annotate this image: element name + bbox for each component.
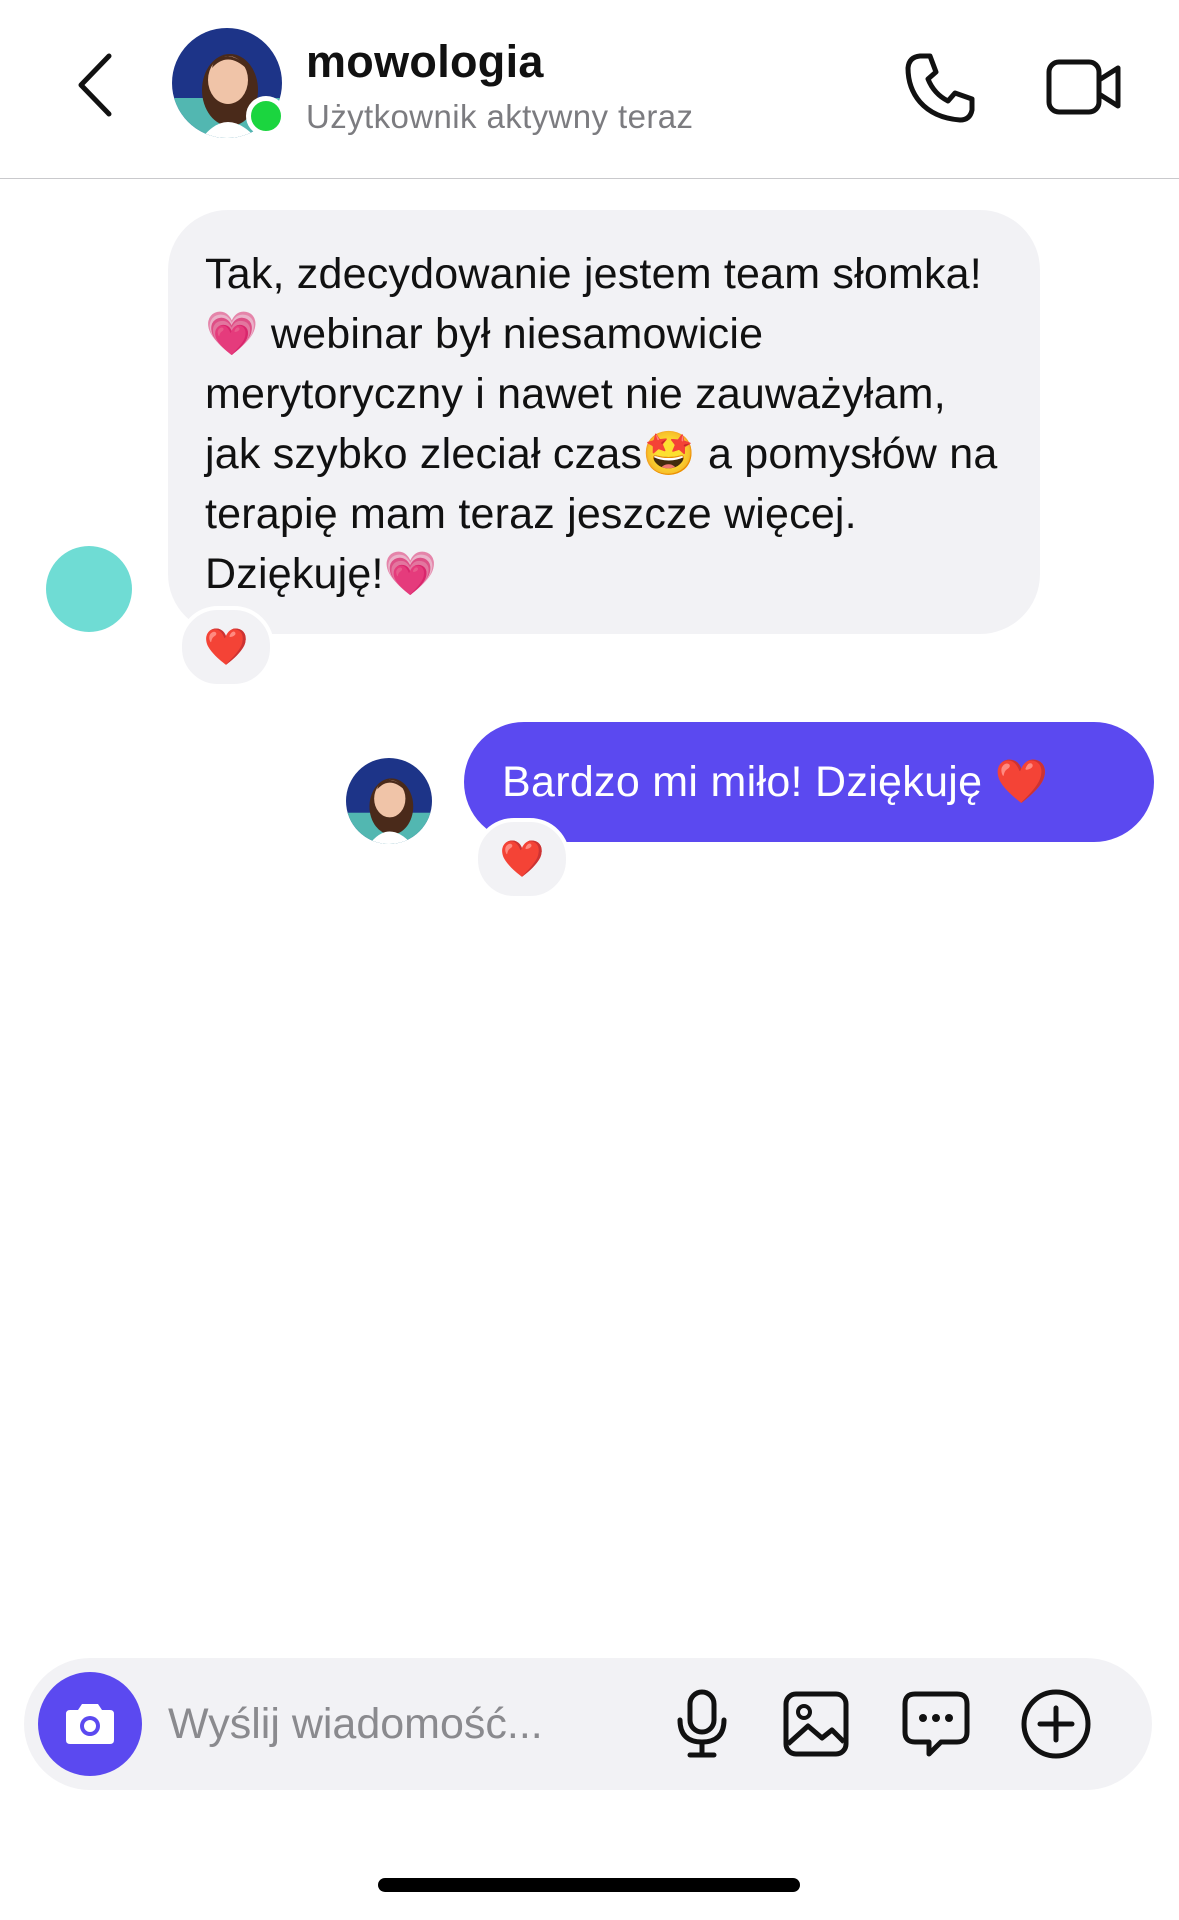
microphone-button[interactable] bbox=[664, 1686, 740, 1762]
my-avatar[interactable] bbox=[346, 758, 432, 844]
heart-reaction[interactable]: ❤️ bbox=[178, 606, 274, 688]
phone-icon bbox=[905, 53, 975, 123]
message-composer bbox=[24, 1658, 1152, 1790]
camera-button[interactable] bbox=[38, 1672, 142, 1776]
chat-header: mowologia Użytkownik aktywny teraz bbox=[0, 0, 1179, 179]
outgoing-message[interactable]: Bardzo mi miło! Dziękuję ❤️ bbox=[464, 722, 1154, 842]
avatar-image bbox=[346, 758, 432, 844]
message-input[interactable] bbox=[168, 1688, 638, 1760]
sender-avatar[interactable] bbox=[46, 546, 132, 632]
contact-avatar[interactable] bbox=[172, 28, 286, 138]
gallery-button[interactable] bbox=[778, 1686, 854, 1762]
call-button[interactable] bbox=[900, 48, 980, 128]
image-icon bbox=[783, 1691, 849, 1757]
plus-circle-icon bbox=[1021, 1689, 1091, 1759]
more-button[interactable] bbox=[1018, 1686, 1094, 1762]
home-indicator bbox=[378, 1878, 800, 1892]
outgoing-message-text: Bardzo mi miło! Dziękuję ❤️ bbox=[502, 758, 1049, 806]
video-call-button[interactable] bbox=[1044, 48, 1124, 128]
heart-reaction[interactable]: ❤️ bbox=[474, 818, 570, 900]
incoming-message[interactable]: Tak, zdecydowanie jestem team słomka!💗 w… bbox=[168, 210, 1040, 634]
back-button[interactable] bbox=[60, 44, 130, 126]
chevron-left-icon bbox=[78, 53, 112, 117]
video-camera-icon bbox=[1046, 59, 1121, 115]
contact-name[interactable]: mowologia bbox=[306, 36, 544, 88]
sticker-button[interactable] bbox=[898, 1686, 974, 1762]
online-indicator bbox=[246, 96, 286, 136]
contact-status: Użytkownik aktywny teraz bbox=[306, 98, 694, 135]
microphone-icon bbox=[677, 1689, 727, 1758]
chat-bubble-dots-icon bbox=[902, 1691, 970, 1757]
camera-icon bbox=[66, 1704, 114, 1744]
